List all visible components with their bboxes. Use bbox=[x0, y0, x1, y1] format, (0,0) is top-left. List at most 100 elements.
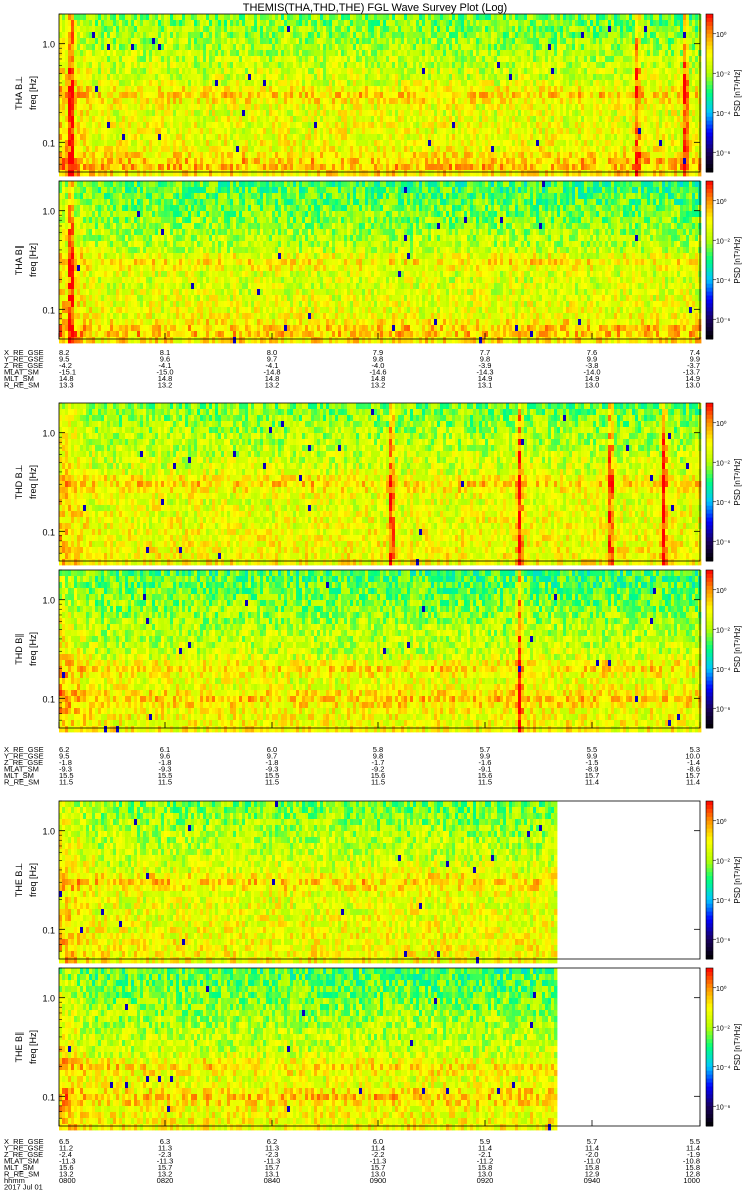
heatmap-cell bbox=[476, 122, 480, 129]
heatmap-cell bbox=[113, 140, 117, 147]
heatmap-cell bbox=[452, 98, 456, 105]
heatmap-cell bbox=[80, 122, 84, 129]
heatmap-cell bbox=[380, 44, 384, 51]
heatmap-cell bbox=[329, 116, 333, 123]
heatmap-cell bbox=[479, 104, 483, 111]
heatmap-cell bbox=[239, 140, 243, 147]
heatmap-cell bbox=[62, 50, 66, 57]
heatmap-cell bbox=[512, 62, 516, 69]
heatmap-cell bbox=[116, 62, 120, 69]
heatmap-cell bbox=[275, 128, 279, 135]
heatmap-cell bbox=[539, 98, 543, 105]
heatmap-cell bbox=[608, 14, 612, 21]
heatmap-cell bbox=[602, 80, 606, 87]
heatmap-cell bbox=[425, 68, 429, 75]
heatmap-cell bbox=[464, 80, 468, 87]
heatmap-cell bbox=[608, 98, 612, 105]
heatmap-cell bbox=[569, 122, 573, 129]
heatmap-cell bbox=[419, 26, 423, 33]
heatmap-cell bbox=[545, 104, 549, 111]
heatmap-cell bbox=[140, 26, 144, 33]
heatmap-cell bbox=[446, 140, 450, 147]
heatmap-cell bbox=[461, 32, 465, 39]
heatmap-cell bbox=[176, 74, 180, 81]
heatmap-cell bbox=[413, 44, 417, 51]
heatmap-cell bbox=[329, 38, 333, 45]
heatmap-cell bbox=[221, 134, 225, 141]
heatmap-cell bbox=[305, 104, 309, 111]
heatmap-cell bbox=[515, 170, 519, 177]
heatmap-cell bbox=[530, 20, 534, 27]
heatmap-cell bbox=[266, 26, 270, 33]
heatmap-cell bbox=[521, 86, 525, 93]
heatmap-cell bbox=[149, 92, 153, 99]
heatmap-cell bbox=[221, 98, 225, 105]
heatmap-cell bbox=[83, 152, 87, 159]
heatmap-cell bbox=[362, 104, 366, 111]
heatmap-cell bbox=[452, 50, 456, 57]
heatmap-cell bbox=[374, 26, 378, 33]
heatmap-cell bbox=[575, 20, 579, 27]
heatmap-cell bbox=[317, 152, 321, 159]
heatmap-cell bbox=[158, 104, 162, 111]
heatmap-cell bbox=[212, 116, 216, 123]
heatmap-cell bbox=[512, 152, 516, 159]
heatmap-cell bbox=[434, 158, 438, 165]
heatmap-cell bbox=[224, 98, 228, 105]
heatmap-cell bbox=[101, 170, 105, 177]
heatmap-cell bbox=[173, 50, 177, 57]
heatmap-cell bbox=[497, 20, 501, 27]
heatmap-cell bbox=[122, 38, 126, 45]
heatmap-cell bbox=[482, 122, 486, 129]
heatmap-cell bbox=[398, 134, 402, 141]
heatmap-cell bbox=[563, 98, 567, 105]
heatmap-cell bbox=[527, 92, 531, 99]
heatmap-cell bbox=[404, 110, 408, 117]
heatmap-cell bbox=[485, 86, 489, 93]
heatmap-cell bbox=[422, 56, 426, 63]
heatmap-cell bbox=[389, 128, 393, 135]
heatmap-cell bbox=[209, 104, 213, 111]
heatmap-cell bbox=[80, 62, 84, 69]
heatmap-cell bbox=[170, 20, 174, 27]
heatmap-cell bbox=[425, 56, 429, 63]
heatmap-cell bbox=[611, 152, 615, 159]
heatmap-cell bbox=[203, 110, 207, 117]
heatmap-cell bbox=[557, 80, 561, 87]
heatmap-cell bbox=[140, 140, 144, 147]
heatmap-cell bbox=[464, 38, 468, 45]
heatmap-cell bbox=[395, 26, 399, 33]
heatmap-cell bbox=[533, 56, 537, 63]
heatmap-cell bbox=[401, 50, 405, 57]
heatmap-cell bbox=[101, 50, 105, 57]
heatmap-cell bbox=[224, 128, 228, 135]
heatmap-cell bbox=[344, 128, 348, 135]
heatmap-cell bbox=[266, 32, 270, 39]
heatmap-cell bbox=[182, 68, 186, 75]
heatmap-cell bbox=[80, 20, 84, 27]
heatmap-cell bbox=[500, 38, 504, 45]
heatmap-cell bbox=[365, 20, 369, 27]
heatmap-cell bbox=[200, 128, 204, 135]
heatmap-cell bbox=[155, 128, 159, 135]
heatmap-cell bbox=[86, 80, 90, 87]
heatmap-cell bbox=[215, 68, 219, 75]
heatmap-cell bbox=[191, 44, 195, 51]
heatmap-cell bbox=[578, 62, 582, 69]
heatmap-cell bbox=[143, 32, 147, 39]
heatmap-cell bbox=[59, 86, 63, 93]
heatmap-cell bbox=[224, 74, 228, 81]
heatmap-cell bbox=[470, 56, 474, 63]
heatmap-cell bbox=[449, 56, 453, 63]
heatmap-cell bbox=[71, 128, 75, 135]
heatmap-cell bbox=[203, 164, 207, 171]
heatmap-cell bbox=[107, 152, 111, 159]
heatmap-cell bbox=[347, 122, 351, 129]
heatmap-cell bbox=[407, 92, 411, 99]
heatmap-cell bbox=[266, 38, 270, 45]
heatmap-cell bbox=[149, 38, 153, 45]
heatmap-cell bbox=[146, 164, 150, 171]
heatmap-cell bbox=[467, 110, 471, 117]
heatmap-cell bbox=[605, 62, 609, 69]
heatmap-cell bbox=[377, 32, 381, 39]
